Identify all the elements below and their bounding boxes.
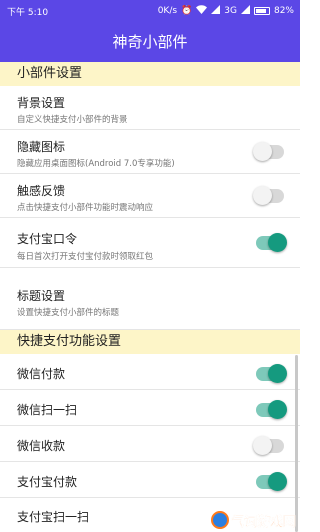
wechat-pay-toggle[interactable]: [256, 364, 287, 383]
setting-background[interactable]: 背景设置 自定义快捷支付小部件的背景: [0, 86, 300, 130]
alipay-code-toggle[interactable]: [256, 233, 287, 252]
watermark: 气词游戏网: [210, 510, 296, 530]
watermark-logo-icon: [210, 511, 229, 529]
alipay-pay-toggle[interactable]: [256, 472, 287, 491]
watermark-text: 气词游戏网: [230, 514, 296, 530]
signal-icon: [211, 5, 221, 17]
setting-desc: 每日首次打开支付宝付款时领取红包: [17, 252, 154, 262]
setting-desc: 隐藏应用桌面图标(Android 7.0专享功能): [17, 159, 175, 169]
setting-hide-icon[interactable]: 隐藏图标 隐藏应用桌面图标(Android 7.0专享功能): [0, 130, 300, 174]
setting-title: 触感反馈: [17, 184, 66, 198]
section-header-pay-settings: 快捷支付功能设置: [0, 330, 300, 354]
battery-level: 82%: [273, 6, 294, 16]
scrollbar[interactable]: [295, 355, 298, 532]
app-bar: 神奇小部件: [0, 22, 300, 62]
setting-title: 隐藏图标: [17, 140, 66, 154]
pay-alipay-pay[interactable]: 支付宝付款: [0, 462, 300, 498]
wechat-scan-toggle[interactable]: [256, 400, 287, 419]
pay-wechat-scan[interactable]: 微信扫一扫: [0, 390, 300, 426]
battery-icon: [253, 7, 270, 15]
section-header-widget-settings: 小部件设置: [0, 62, 300, 86]
setting-desc: 点击快捷支付小部件功能时震动响应: [17, 203, 154, 213]
setting-title: 支付宝口令: [17, 232, 78, 246]
pay-title: 支付宝扫一扫: [17, 510, 90, 524]
app-title: 神奇小部件: [112, 33, 188, 51]
status-icons: 0K/s ⏰ 3G 82%: [158, 5, 294, 17]
hide-icon-toggle[interactable]: [253, 142, 284, 161]
wechat-receive-toggle[interactable]: [253, 436, 284, 455]
alarm-icon: ⏰: [181, 6, 193, 16]
network-type: 3G: [224, 6, 237, 16]
setting-title: 标题设置: [17, 289, 66, 303]
pay-wechat-pay[interactable]: 微信付款: [0, 354, 300, 390]
setting-title: 背景设置: [17, 96, 66, 110]
setting-title-settings[interactable]: 标题设置 设置快捷支付小部件的标题: [0, 268, 300, 330]
signal-icon-2: [240, 5, 250, 17]
setting-haptic-feedback[interactable]: 触感反馈 点击快捷支付小部件功能时震动响应: [0, 174, 300, 218]
wifi-icon: [196, 5, 208, 17]
status-bar: 下午 5:10 0K/s ⏰ 3G 82%: [0, 0, 300, 22]
setting-desc: 自定义快捷支付小部件的背景: [17, 115, 128, 125]
setting-alipay-code[interactable]: 支付宝口令 每日首次打开支付宝付款时领取红包: [0, 218, 300, 268]
status-time: 下午 5:10: [7, 8, 49, 18]
network-speed: 0K/s: [157, 6, 178, 16]
haptic-feedback-toggle[interactable]: [253, 186, 284, 205]
setting-desc: 设置快捷支付小部件的标题: [17, 308, 120, 318]
pay-title: 微信收款: [17, 439, 66, 453]
pay-title: 微信付款: [17, 367, 66, 381]
pay-title: 微信扫一扫: [17, 403, 78, 417]
pay-wechat-receive[interactable]: 微信收款: [0, 426, 300, 462]
pay-title: 支付宝付款: [17, 475, 78, 489]
